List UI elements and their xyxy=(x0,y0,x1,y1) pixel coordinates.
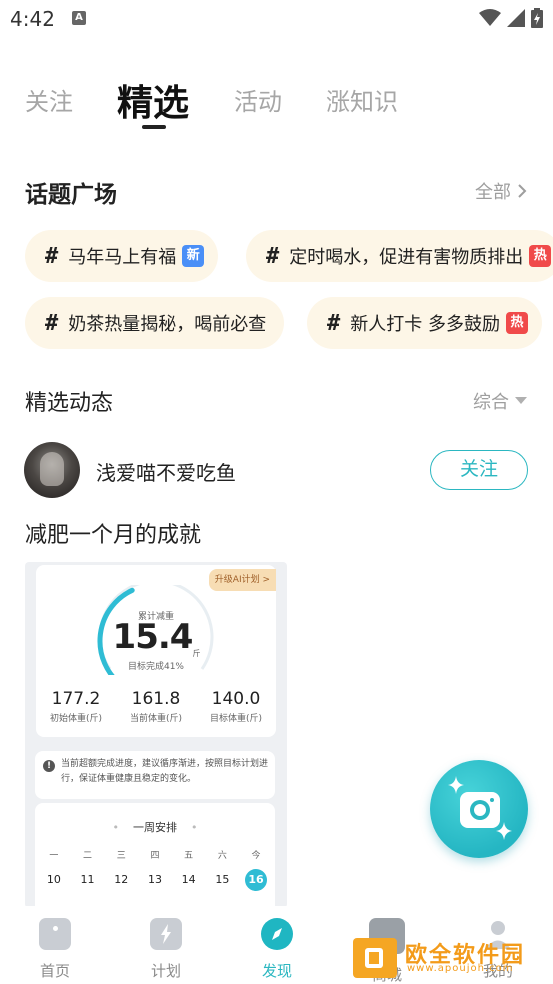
home-icon xyxy=(39,918,71,950)
topic-chip-label: 奶茶热量揭秘，喝前必查 xyxy=(68,314,267,335)
topic-chip-label: 定时喝水，促进有害物质排出 xyxy=(289,247,524,268)
notification-icon: A xyxy=(72,11,86,25)
topic-chip[interactable]: # 奶茶热量揭秘，喝前必查 xyxy=(25,297,285,349)
status-bar: 4:42 A xyxy=(0,0,553,40)
date-cell: 13 xyxy=(147,873,162,886)
wifi-icon xyxy=(479,9,501,26)
tab-featured[interactable]: 精选 xyxy=(117,74,189,126)
camera-fab-button[interactable] xyxy=(430,760,528,858)
nav-home[interactable]: 首页 xyxy=(15,918,95,981)
caret-down-icon xyxy=(515,397,527,404)
weekly-schedule-card: 一周安排 一 二 三 四 五 六 今 10 11 12 13 14 15 16 xyxy=(35,803,275,908)
view-all-label: 全部 xyxy=(475,182,511,203)
info-icon: ! xyxy=(43,760,55,772)
date-row: 10 11 12 13 14 15 16 xyxy=(35,869,275,891)
progress-tip-text: 当前超额完成进度，建议循序渐进，按照目标计划进行，保证体重健康且稳定的变化。 xyxy=(61,759,269,784)
current-weight-stat: 161.8 当前体重(斤) xyxy=(129,689,183,724)
date-cell: 15 xyxy=(215,873,230,886)
weekday-label: 五 xyxy=(184,851,194,861)
topics-view-all-link[interactable]: 全部 xyxy=(475,178,527,204)
weekday-label: 六 xyxy=(217,851,227,861)
weekday-label: 今 xyxy=(251,851,261,861)
hot-badge: 热 xyxy=(505,312,528,334)
post-image[interactable]: 升级AI计划 > 累计减重 15.4斤 目标完成41% 177.2 初始体重(斤… xyxy=(25,562,287,908)
follow-button[interactable]: 关注 xyxy=(430,450,528,490)
hot-badge: 热 xyxy=(529,245,552,267)
feed-section-title: 精选动态 xyxy=(25,391,114,416)
target-weight-stat: 140.0 目标体重(斤) xyxy=(209,689,263,724)
hashtag-icon: # xyxy=(45,243,59,269)
cellular-signal-icon xyxy=(507,9,525,27)
new-badge: 新 xyxy=(182,245,205,267)
avatar[interactable] xyxy=(24,442,80,498)
topic-chip[interactable]: # 马年马上有福 新 xyxy=(25,230,219,282)
chevron-right-icon xyxy=(518,184,527,198)
date-cell: 14 xyxy=(181,873,196,886)
top-tab-bar: 关注 精选 活动 涨知识 xyxy=(0,70,553,130)
topic-chip-label: 新人打卡 多多鼓励 xyxy=(350,314,500,335)
topic-chip[interactable]: # 新人打卡 多多鼓励 热 xyxy=(307,297,542,349)
nav-label: 首页 xyxy=(39,962,70,980)
topics-section-title: 话题广场 xyxy=(25,182,117,208)
post-author-name[interactable]: 浅爱喵不爱吃鱼 xyxy=(96,457,236,486)
hashtag-icon: # xyxy=(266,243,280,269)
post-title[interactable]: 减肥一个月的成就 xyxy=(25,517,201,549)
initial-weight-stat: 177.2 初始体重(斤) xyxy=(49,689,103,724)
hashtag-icon: # xyxy=(327,310,341,336)
discover-icon xyxy=(261,918,293,950)
battery-icon xyxy=(531,8,543,28)
hashtag-icon: # xyxy=(45,310,59,336)
nav-label: 发现 xyxy=(261,962,292,980)
watermark-url: www.apoujoh.com xyxy=(407,963,514,974)
nav-discover[interactable]: 发现 xyxy=(237,918,317,981)
upgrade-ai-plan-tag: 升级AI计划 > xyxy=(208,569,276,591)
watermark-logo xyxy=(353,938,397,978)
camera-icon xyxy=(448,776,512,840)
date-cell: 12 xyxy=(114,873,129,886)
date-cell: 11 xyxy=(80,873,95,886)
topic-chip[interactable]: # 定时喝水，促进有害物质排出 热 xyxy=(246,230,553,282)
total-lost-value: 15.4斤 xyxy=(112,617,201,658)
nav-plan[interactable]: 计划 xyxy=(126,918,206,981)
plan-icon xyxy=(150,918,182,950)
weekday-row: 一 二 三 四 五 六 今 xyxy=(35,848,275,861)
progress-tip-card: ! 当前超额完成进度，建议循序渐进，按照目标计划进行，保证体重健康且稳定的变化。 xyxy=(35,751,275,799)
nav-label: 计划 xyxy=(150,962,181,980)
status-time: 4:42 xyxy=(10,7,55,31)
weight-summary-card: 升级AI计划 > 累计减重 15.4斤 目标完成41% 177.2 初始体重(斤… xyxy=(36,565,276,737)
topic-chip-label: 马年马上有福 xyxy=(68,247,177,268)
date-cell: 10 xyxy=(46,873,61,886)
weekday-label: 四 xyxy=(150,851,160,861)
active-tab-indicator xyxy=(142,125,166,129)
weekday-label: 二 xyxy=(83,851,93,861)
weekday-label: 三 xyxy=(116,851,126,861)
feed-sort-dropdown[interactable]: 综合 xyxy=(473,388,527,414)
tab-activity[interactable]: 活动 xyxy=(234,82,282,117)
watermark: 欧全软件园 www.apoujoh.com xyxy=(353,936,548,980)
goal-completion-label: 目标完成41% xyxy=(127,662,184,672)
tab-knowledge[interactable]: 涨知识 xyxy=(326,82,398,117)
today-date-cell: 16 xyxy=(245,869,268,891)
weekday-label: 一 xyxy=(49,851,59,861)
status-indicators xyxy=(479,8,543,28)
weekly-schedule-title: 一周安排 xyxy=(35,819,275,835)
tab-follow[interactable]: 关注 xyxy=(25,82,73,117)
sort-label: 综合 xyxy=(473,392,509,413)
